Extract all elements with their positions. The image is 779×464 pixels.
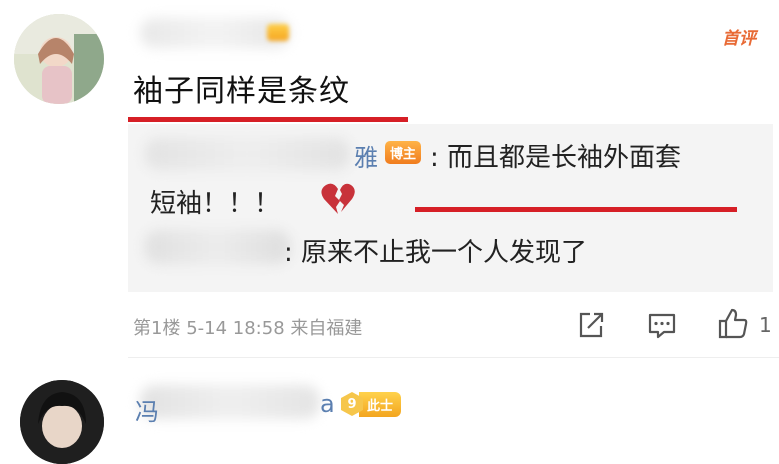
red-underline	[128, 117, 408, 122]
like-count: 1	[759, 313, 772, 337]
first-comment-badge: 首评	[722, 29, 756, 49]
level-badge: 9 此士	[341, 391, 402, 417]
comment-time: 18:58	[232, 318, 285, 339]
floor-label: 第1楼	[133, 318, 181, 339]
user-badge	[267, 24, 289, 41]
like-icon[interactable]	[716, 306, 750, 340]
comment-date: 5-14	[186, 318, 228, 339]
reply-text: : 原来不止我一个人发现了	[284, 238, 588, 268]
blogger-badge: 博主	[385, 141, 422, 164]
reply-username-blurred[interactable]	[145, 230, 290, 264]
broken-heart-icon	[321, 183, 355, 214]
divider	[128, 357, 779, 358]
username-end[interactable]: a	[320, 390, 335, 418]
username-start[interactable]: 冯	[135, 392, 159, 427]
level-label: 此士	[359, 391, 402, 417]
comment-location: 来自福建	[290, 318, 363, 339]
comment-meta: 第1楼 5-14 18:58 来自福建	[133, 314, 362, 340]
reply-username-tail[interactable]: 雅	[354, 138, 378, 173]
share-icon[interactable]	[576, 310, 606, 340]
reply-username-blurred[interactable]	[145, 138, 350, 170]
reply-text-continued: 短袖！！！	[150, 189, 281, 219]
red-underline	[415, 207, 737, 212]
comment-icon[interactable]	[647, 310, 677, 340]
comment-text: 袖子同样是条纹	[133, 74, 350, 109]
reply-text: : 而且都是长袖外面套	[430, 143, 682, 173]
username-blurred[interactable]	[140, 385, 320, 419]
avatar[interactable]	[14, 14, 104, 104]
avatar[interactable]	[20, 380, 104, 464]
